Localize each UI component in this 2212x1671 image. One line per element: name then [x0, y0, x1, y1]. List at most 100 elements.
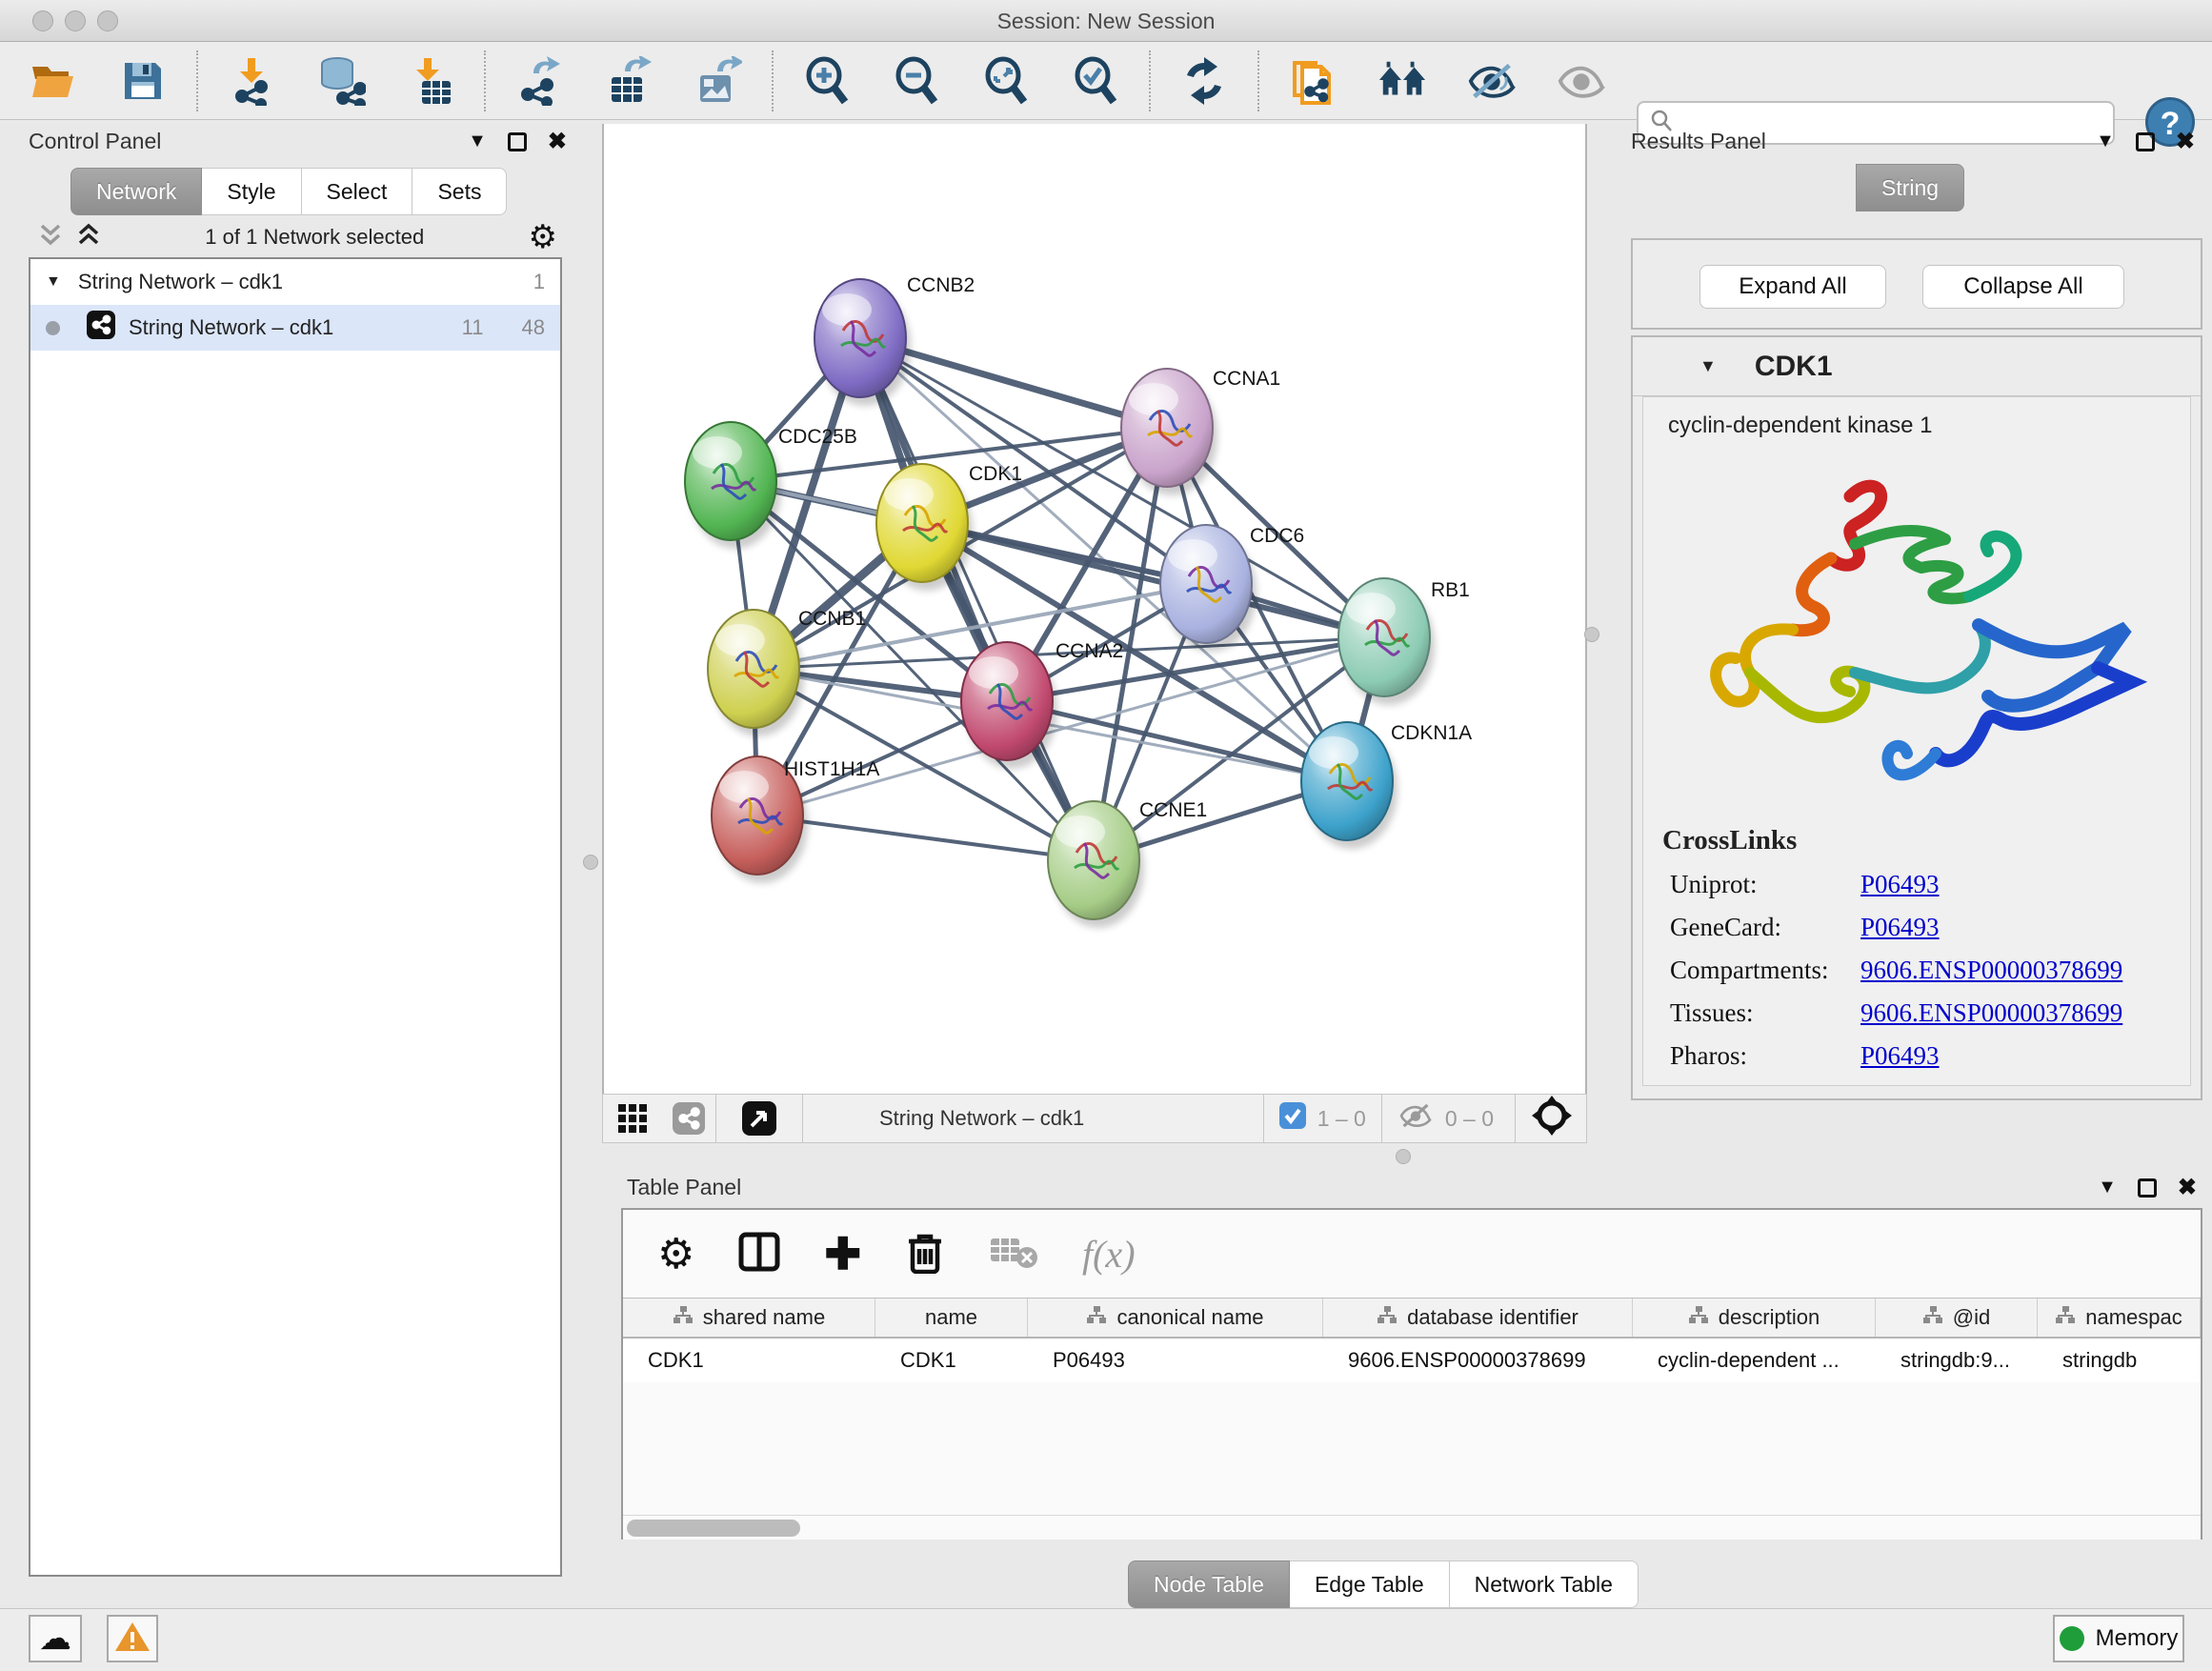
network-node-ccne1[interactable]: CCNE1 [1048, 799, 1207, 928]
gene-expander-icon[interactable]: ▼ [1699, 356, 1717, 376]
table-cell[interactable]: CDK1 [623, 1339, 875, 1382]
table-header-row: shared namenamecanonical namedatabase id… [623, 1299, 2201, 1339]
column-header-database-identifier[interactable]: database identifier [1323, 1299, 1633, 1337]
close-panel-icon[interactable]: ✖ [548, 128, 567, 155]
network-node-ccna2[interactable]: CCNA2 [961, 640, 1123, 769]
export-image-icon[interactable] [694, 56, 743, 106]
network-node-ccnb2[interactable]: CCNB2 [814, 274, 975, 406]
network-node-cdkn1a[interactable]: CDKN1A [1301, 722, 1472, 849]
share-document-icon[interactable] [1288, 56, 1337, 106]
grid-view-icon[interactable] [603, 1094, 662, 1143]
import-network-from-database-icon[interactable] [316, 56, 366, 106]
column-header-canonical-name[interactable]: canonical name [1028, 1299, 1323, 1337]
collapse-all-button[interactable]: Collapse All [1922, 265, 2124, 309]
hidden-eye-icon[interactable] [1398, 1101, 1434, 1136]
column-header-description[interactable]: description [1633, 1299, 1876, 1337]
table-cell[interactable]: stringdb [2038, 1339, 2201, 1382]
horizontal-splitter-handle[interactable] [1396, 1149, 1411, 1164]
tree-expander-icon[interactable]: ▼ [46, 273, 61, 291]
float-panel-icon[interactable] [508, 132, 527, 151]
export-table-icon[interactable] [604, 56, 654, 106]
home-pages-icon[interactable] [1377, 56, 1427, 106]
tab-edge-table[interactable]: Edge Table [1290, 1560, 1450, 1608]
zoom-in-icon[interactable] [802, 56, 852, 106]
warnings-button[interactable] [107, 1615, 158, 1662]
column-header-shared-name[interactable]: shared name [623, 1299, 875, 1337]
zoom-fit-icon[interactable] [981, 56, 1031, 106]
table-row[interactable]: CDK1CDK1P064939606.ENSP00000378699cyclin… [623, 1339, 2201, 1382]
add-row-icon[interactable]: ✚ [824, 1228, 861, 1279]
function-builder-icon[interactable]: f(x) [1082, 1232, 1136, 1277]
tab-select[interactable]: Select [302, 168, 413, 215]
refresh-icon[interactable] [1179, 56, 1229, 106]
node-label: CDKN1A [1391, 722, 1472, 744]
column-tree-icon [1086, 1305, 1107, 1330]
scrollbar-thumb[interactable] [627, 1520, 800, 1537]
collapse-all-networks-icon[interactable] [76, 223, 101, 252]
collapse-panel-icon[interactable]: ▼ [2098, 1177, 2117, 1198]
left-splitter-handle[interactable] [583, 855, 598, 870]
right-splitter-handle[interactable] [1584, 627, 1599, 642]
birds-eye-view-icon[interactable] [716, 1094, 802, 1143]
gene-header-row[interactable]: ▼ CDK1 [1633, 337, 2201, 396]
network-node-rb1[interactable]: RB1 [1338, 578, 1470, 705]
network-row[interactable]: String Network – cdk1 11 48 [30, 305, 560, 351]
network-node-hist1h1a[interactable]: HIST1H1A [712, 756, 879, 883]
float-panel-icon[interactable] [2138, 1178, 2157, 1198]
cloud-button[interactable]: ☁ [29, 1615, 82, 1662]
network-node-cdc6[interactable]: CDC6 [1160, 525, 1304, 652]
crosslink-link[interactable]: P06493 [1860, 870, 1940, 899]
network-node-cdc25b[interactable]: CDC25B [685, 422, 857, 549]
close-panel-icon[interactable]: ✖ [2178, 1174, 2197, 1201]
network-edge [1007, 701, 1347, 781]
close-panel-icon[interactable]: ✖ [2176, 128, 2195, 155]
selected-checkbox-icon[interactable] [1279, 1102, 1306, 1135]
tab-sets[interactable]: Sets [412, 168, 507, 215]
zoom-selected-icon[interactable] [1071, 56, 1120, 106]
show-columns-icon[interactable] [738, 1231, 780, 1278]
zoom-out-icon[interactable] [892, 56, 941, 106]
float-panel-icon[interactable] [2136, 132, 2155, 151]
network-node-ccna1[interactable]: CCNA1 [1121, 368, 1280, 495]
tab-network-table[interactable]: Network Table [1450, 1560, 1639, 1608]
column-header-namespac[interactable]: namespac [2038, 1299, 2201, 1337]
network-share-icon[interactable] [662, 1094, 715, 1143]
network-canvas[interactable]: CCNB2CCNA1CDC25BCDK1CDC6RB1CCNB1CCNA2CDK… [602, 124, 1587, 1094]
memory-button[interactable]: Memory [2053, 1615, 2184, 1662]
save-session-icon[interactable] [118, 56, 168, 106]
expand-all-button[interactable]: Expand All [1699, 265, 1886, 309]
tab-network[interactable]: Network [70, 168, 202, 215]
table-cell[interactable]: cyclin-dependent ... [1633, 1339, 1876, 1382]
delete-table-icon[interactable] [989, 1233, 1038, 1276]
show-all-icon[interactable] [1557, 56, 1606, 106]
hide-selected-icon[interactable] [1467, 56, 1517, 106]
string-network-graph[interactable]: CCNB2CCNA1CDC25BCDK1CDC6RB1CCNB1CCNA2CDK… [604, 124, 1585, 1090]
node-table[interactable]: shared namenamecanonical namedatabase id… [623, 1298, 2201, 1382]
table-cell[interactable]: CDK1 [875, 1339, 1028, 1382]
crosslink-link[interactable]: 9606.ENSP00000378699 [1860, 998, 2122, 1028]
delete-row-trash-icon[interactable] [905, 1230, 945, 1278]
column-header--id[interactable]: @id [1876, 1299, 2038, 1337]
network-options-gear-icon[interactable]: ⚙ [529, 223, 557, 252]
table-cell[interactable]: 9606.ENSP00000378699 [1323, 1339, 1633, 1382]
tab-string[interactable]: String [1856, 164, 1964, 211]
export-network-icon[interactable] [514, 56, 564, 106]
crosslink-link[interactable]: 9606.ENSP00000378699 [1860, 956, 2122, 985]
table-cell[interactable]: P06493 [1028, 1339, 1323, 1382]
collapse-panel-icon[interactable]: ▼ [468, 131, 487, 152]
table-cell[interactable]: stringdb:9... [1876, 1339, 2038, 1382]
table-horizontal-scrollbar[interactable] [623, 1515, 2201, 1540]
network-collection-row[interactable]: ▼ String Network – cdk1 1 [30, 259, 560, 305]
import-network-icon[interactable] [227, 56, 276, 106]
column-header-name[interactable]: name [875, 1299, 1028, 1337]
crosslink-link[interactable]: P06493 [1860, 1041, 1940, 1071]
open-session-icon[interactable] [29, 56, 78, 106]
tab-node-table[interactable]: Node Table [1128, 1560, 1290, 1608]
collapse-panel-icon[interactable]: ▼ [2096, 131, 2115, 152]
tab-style[interactable]: Style [202, 168, 301, 215]
expand-all-networks-icon[interactable] [38, 223, 63, 252]
pan-crosshair-icon[interactable] [1531, 1095, 1573, 1142]
crosslink-link[interactable]: P06493 [1860, 913, 1940, 942]
table-options-gear-icon[interactable]: ⚙ [657, 1230, 694, 1278]
import-table-icon[interactable] [406, 56, 455, 106]
